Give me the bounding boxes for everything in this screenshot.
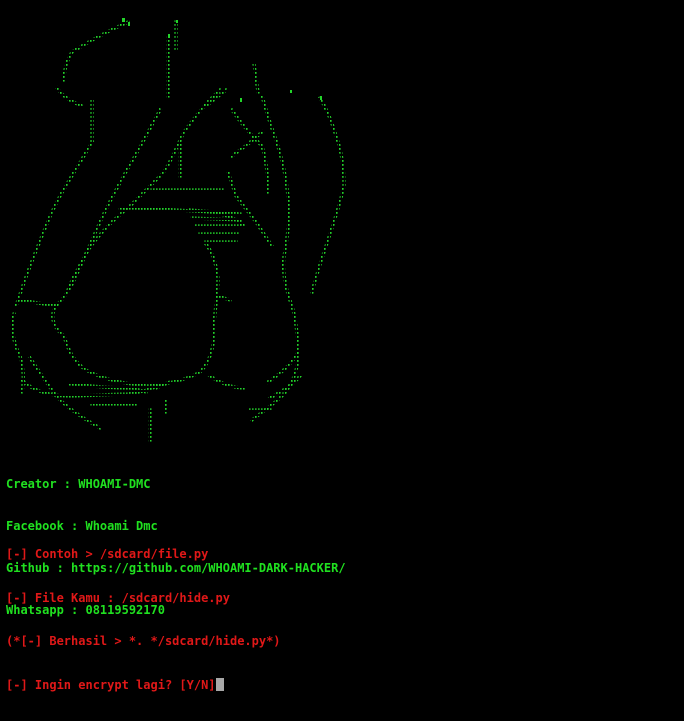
file-input-line: [-] File Kamu : /sdcard/hide.py bbox=[6, 590, 230, 605]
terminal-window[interactable]: Creator : WHOAMI-DMC Facebook : Whoami D… bbox=[0, 0, 684, 692]
example-line: [-] Contoh > /sdcard/file.py bbox=[6, 547, 209, 561]
program-output: [-] Contoh > /sdcard/file.py [-] File Ka… bbox=[6, 518, 281, 721]
block-cursor-icon[interactable] bbox=[215, 677, 224, 691]
prompt-line[interactable]: [-] Ingin encrypt lagi? [Y/N] bbox=[6, 677, 281, 693]
skull-ascii-art-icon bbox=[10, 18, 346, 442]
prompt-text: [-] Ingin encrypt lagi? [Y/N] bbox=[6, 677, 216, 692]
success-line: (*[-] Berhasil > *. */sdcard/hide.py*) bbox=[6, 634, 281, 648]
creator-line: Creator : WHOAMI-DMC bbox=[6, 477, 151, 491]
